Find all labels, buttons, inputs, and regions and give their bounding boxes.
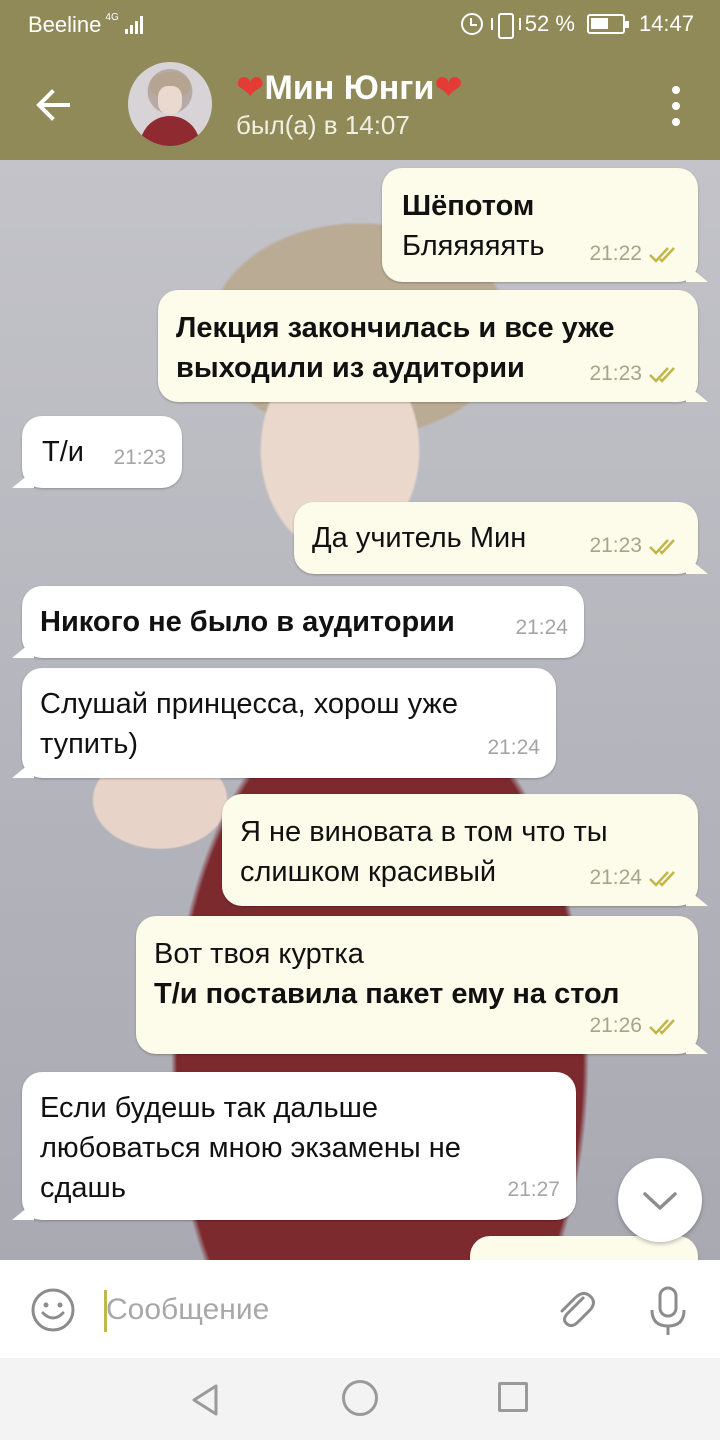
microphone-icon bbox=[650, 1286, 686, 1335]
message-text: тупить) bbox=[40, 728, 139, 760]
message-text: Если будешь так дальше bbox=[40, 1092, 378, 1124]
message-text: Никого не было в аудитории bbox=[40, 606, 455, 638]
nav-home-icon[interactable] bbox=[342, 1380, 378, 1416]
voice-button[interactable] bbox=[646, 1284, 690, 1338]
message-time: 21:24 bbox=[487, 736, 540, 759]
message-time: 21:23 bbox=[589, 362, 642, 385]
message-bubble[interactable]: Никого не было в аудитории 21:24 bbox=[22, 586, 584, 658]
emoji-button[interactable] bbox=[30, 1287, 76, 1333]
message-composer bbox=[0, 1260, 720, 1358]
more-vertical-icon[interactable] bbox=[672, 86, 682, 126]
message-time: 21:22 bbox=[589, 242, 642, 265]
message-text: сдашь bbox=[40, 1172, 126, 1204]
message-input[interactable] bbox=[106, 1282, 526, 1338]
system-nav-bar bbox=[0, 1358, 720, 1440]
vibrate-icon bbox=[490, 13, 521, 39]
contact-name[interactable]: ❤Мин Юнги❤ bbox=[236, 68, 463, 108]
message-time: 21:26 bbox=[589, 1014, 642, 1037]
heart-left: ❤ bbox=[236, 69, 265, 107]
contact-name-text: Мин Юнги bbox=[264, 69, 435, 107]
message-text: Лекция закончилась и все уже bbox=[176, 312, 615, 344]
paperclip-icon bbox=[560, 1291, 595, 1328]
nav-back-icon[interactable] bbox=[188, 1382, 224, 1418]
battery-icon bbox=[586, 14, 629, 34]
message-time: 21:24 bbox=[589, 866, 642, 889]
double-check-icon bbox=[649, 247, 675, 263]
message-bubble[interactable]: Если будешь так дальше любоваться мною э… bbox=[22, 1072, 576, 1220]
message-text: Я не виновата в том что ты bbox=[240, 816, 608, 848]
smiley-icon bbox=[31, 1288, 75, 1332]
scroll-down-button[interactable] bbox=[618, 1158, 702, 1242]
message-bubble[interactable]: Т/и 21:23 bbox=[22, 416, 182, 488]
message-bubble[interactable]: Шёпотом Бляяяяять 21:22 bbox=[382, 168, 698, 282]
message-text: Вот твоя куртка bbox=[154, 938, 364, 970]
network-type: 4G bbox=[105, 11, 119, 23]
arrow-left-icon bbox=[36, 89, 70, 121]
message-bubble[interactable]: Лекция закончилась и все уже выходили из… bbox=[158, 290, 698, 402]
message-bubble[interactable]: Да учитель Мин 21:23 bbox=[294, 502, 698, 574]
alarm-icon bbox=[460, 13, 483, 35]
message-text: Слушай принцесса, хорош уже bbox=[40, 688, 458, 720]
message-text: Шёпотом bbox=[402, 190, 535, 222]
double-check-icon bbox=[649, 871, 675, 887]
status-bar: Beeline 4G 52 % 14:47 bbox=[0, 0, 720, 48]
last-seen-status: был(а) в 14:07 bbox=[236, 110, 410, 140]
clock: 14:47 bbox=[638, 11, 694, 36]
double-check-icon bbox=[649, 367, 675, 383]
signal-icon bbox=[124, 16, 143, 34]
attach-button[interactable] bbox=[550, 1284, 600, 1334]
double-check-icon bbox=[649, 1019, 675, 1035]
battery-percent: 52 % bbox=[524, 11, 575, 36]
message-time: 21:23 bbox=[589, 534, 642, 557]
chat-area[interactable]: Шёпотом Бляяяяять 21:22 Лекция закончила… bbox=[0, 160, 720, 1260]
nav-recents-icon[interactable] bbox=[498, 1382, 528, 1412]
chevron-down-icon bbox=[643, 1192, 677, 1210]
heart-right: ❤ bbox=[434, 69, 463, 107]
chat-header: ❤Мин Юнги❤ был(а) в 14:07 bbox=[0, 48, 720, 160]
message-bubble[interactable]: Вот твоя куртка Т/и поставила пакет ему … bbox=[136, 916, 698, 1054]
message-bubble[interactable]: Я не виновата в том что ты слишком краси… bbox=[222, 794, 698, 906]
double-check-icon bbox=[649, 539, 675, 555]
message-text: любоваться мною экзамены не bbox=[40, 1132, 461, 1164]
carrier-name: Beeline bbox=[28, 12, 102, 37]
avatar[interactable] bbox=[128, 62, 212, 146]
message-time: 21:23 bbox=[113, 446, 166, 469]
message-bubble[interactable]: Слушай принцесса, хорош уже тупить) 21:2… bbox=[22, 668, 556, 778]
message-time: 21:27 bbox=[507, 1178, 560, 1201]
back-button[interactable] bbox=[28, 80, 78, 130]
message-time: 21:24 bbox=[515, 616, 568, 639]
